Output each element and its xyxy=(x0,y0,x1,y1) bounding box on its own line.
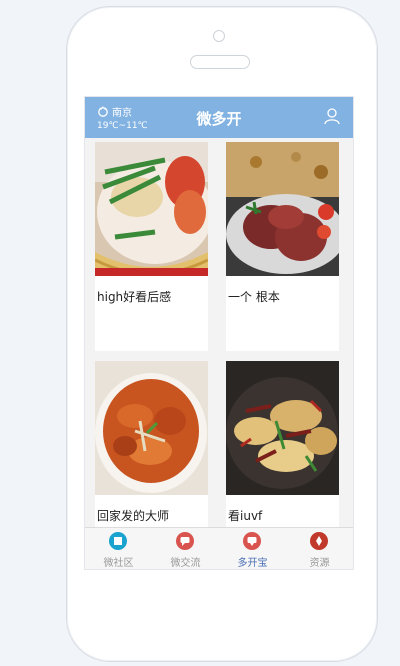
tab-label: 微交流 xyxy=(170,558,201,569)
chat-bubble-icon xyxy=(243,532,261,550)
card-grid: high好看后感 一个 根本 回家发的大师 看iuvf xyxy=(85,138,353,569)
camera-dot xyxy=(213,30,225,42)
tab-label: 多开宝 xyxy=(237,558,268,569)
tab-resources[interactable]: 资源 xyxy=(286,528,353,569)
chat-icon xyxy=(176,532,194,550)
card-caption: 一个 根本 xyxy=(228,290,280,304)
stir-fry-potato-photo xyxy=(226,361,339,495)
lobster-dish-photo xyxy=(95,142,208,276)
bottom-tab-bar: 微社区 微交流 多开宝 资源 xyxy=(85,527,353,569)
app-screen: 南京 19℃~11℃ 微多开 high好看后感 一个 根本 回家发的大师 看iu… xyxy=(84,96,354,570)
tab-label: 资源 xyxy=(309,558,330,569)
card-item[interactable]: high好看后感 xyxy=(95,142,208,351)
card-item[interactable]: 一个 根本 xyxy=(226,142,339,351)
card-caption: high好看后感 xyxy=(97,290,172,304)
tab-label: 微社区 xyxy=(103,558,134,569)
beef-pizza-photo xyxy=(226,142,339,276)
tab-community[interactable]: 微社区 xyxy=(85,528,152,569)
app-header: 南京 19℃~11℃ 微多开 xyxy=(85,97,353,138)
page-title: 微多开 xyxy=(196,110,242,128)
community-icon xyxy=(109,532,127,550)
resource-icon xyxy=(310,532,328,550)
braised-meat-photo xyxy=(95,361,208,495)
card-caption: 看iuvf xyxy=(228,509,263,523)
card-caption: 回家发的大师 xyxy=(97,509,170,523)
user-icon[interactable] xyxy=(323,107,341,125)
speaker-slot xyxy=(190,55,250,69)
tab-duokaibao[interactable]: 多开宝 xyxy=(219,528,286,569)
tab-chat[interactable]: 微交流 xyxy=(152,528,219,569)
